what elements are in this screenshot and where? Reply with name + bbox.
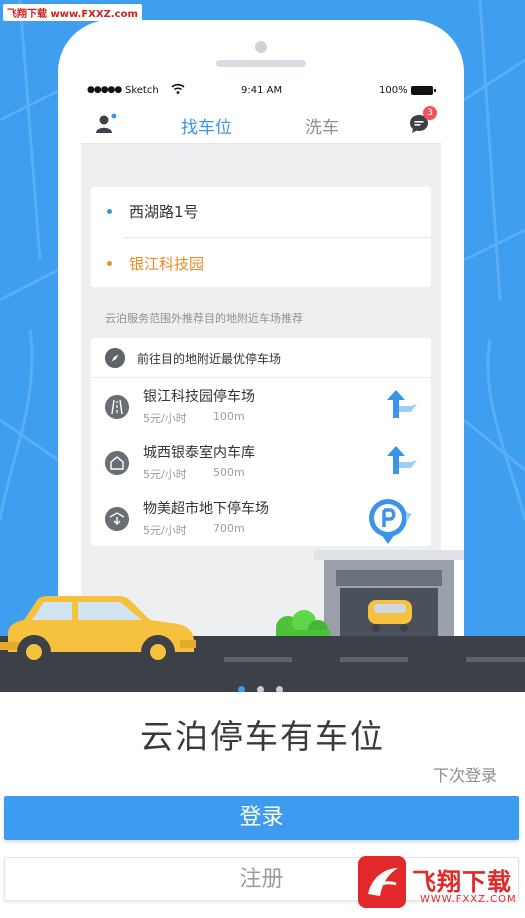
route-card: 西湖路1号 银江科技园 bbox=[91, 187, 431, 287]
skip-login-link[interactable]: 下次登录 bbox=[433, 762, 497, 786]
route-divider bbox=[123, 237, 431, 238]
lot-distance: 500m bbox=[213, 466, 245, 479]
lot-distance: 700m bbox=[213, 522, 245, 535]
hero-illustration: 飞翔下载 www.FXXZ.com ●●●●● Sketch 9:41 AM 1… bbox=[0, 0, 525, 692]
app-title: 云泊停车有车位 bbox=[140, 717, 385, 756]
top-nav: 找车位 洗车 3 bbox=[81, 104, 441, 144]
navigate-icon[interactable] bbox=[387, 390, 417, 422]
watermark-logo-url: WWW.FXXZ.COM bbox=[420, 894, 517, 905]
watermark-logo: 飞翔下载 WWW.FXXZ.COM bbox=[358, 856, 523, 914]
bush-illustration bbox=[276, 610, 330, 638]
phone-camera bbox=[255, 41, 267, 53]
road-marking bbox=[466, 657, 525, 662]
destination-address[interactable]: 银江科技园 bbox=[129, 253, 204, 274]
origin-address[interactable]: 西湖路1号 bbox=[129, 201, 199, 222]
user-profile-icon[interactable] bbox=[95, 113, 117, 135]
car-illustration bbox=[0, 596, 196, 669]
wifi-icon bbox=[171, 83, 185, 94]
page-indicator bbox=[238, 686, 288, 692]
road-marking bbox=[224, 657, 292, 662]
lot-name: 银江科技园停车场 bbox=[143, 389, 255, 405]
message-count-badge: 3 bbox=[423, 106, 437, 120]
destination-dot-icon bbox=[107, 261, 112, 266]
lot-price: 5元/小时 bbox=[143, 412, 187, 425]
battery-percent: 100% bbox=[379, 85, 408, 96]
status-bar: ●●●●● Sketch 9:41 AM 100% bbox=[81, 78, 441, 104]
tab-find-parking[interactable]: 找车位 bbox=[181, 113, 232, 138]
road-icon bbox=[105, 395, 129, 419]
lot-name: 城西银泰室内车库 bbox=[143, 445, 255, 461]
list-item[interactable]: 银江科技园停车场 5元/小时 100m bbox=[91, 378, 431, 434]
parking-garage-illustration bbox=[314, 550, 464, 638]
origin-dot-icon bbox=[107, 209, 112, 214]
page-dot[interactable] bbox=[276, 686, 283, 692]
page-dot-active[interactable] bbox=[238, 686, 245, 692]
parking-list-title: 前往目的地附近最优停车场 bbox=[137, 352, 282, 366]
underground-parking-icon bbox=[105, 507, 129, 531]
tab-car-wash[interactable]: 洗车 bbox=[305, 113, 339, 138]
phone-speaker bbox=[216, 60, 306, 67]
road-marking bbox=[340, 657, 408, 662]
list-item[interactable]: 城西银泰室内车库 5元/小时 500m bbox=[91, 434, 431, 490]
recommendation-hint: 云泊服务范围外推荐目的地附近车场推荐 bbox=[105, 312, 303, 325]
signal-icon: ●●●●● bbox=[87, 85, 122, 95]
parking-list-header: 前往目的地附近最优停车场 bbox=[91, 338, 431, 378]
login-button[interactable]: 登录 bbox=[4, 796, 519, 840]
lot-name: 物美超市地下停车场 bbox=[143, 501, 269, 517]
carrier-name: Sketch bbox=[125, 85, 159, 96]
parking-pin-icon bbox=[369, 499, 412, 544]
watermark-badge: 飞翔下载 www.FXXZ.com bbox=[3, 4, 142, 21]
compass-icon bbox=[105, 348, 125, 368]
garage-icon bbox=[105, 451, 129, 475]
lot-price: 5元/小时 bbox=[143, 524, 187, 537]
watermark-logo-text: 飞翔下载 bbox=[412, 868, 512, 896]
lot-price: 5元/小时 bbox=[143, 468, 187, 481]
page-dot[interactable] bbox=[257, 686, 264, 692]
watermark-logo-icon bbox=[358, 856, 406, 908]
battery-icon bbox=[411, 86, 436, 95]
status-time: 9:41 AM bbox=[241, 85, 283, 96]
navigate-icon[interactable] bbox=[387, 446, 417, 478]
lot-distance: 100m bbox=[213, 410, 245, 423]
